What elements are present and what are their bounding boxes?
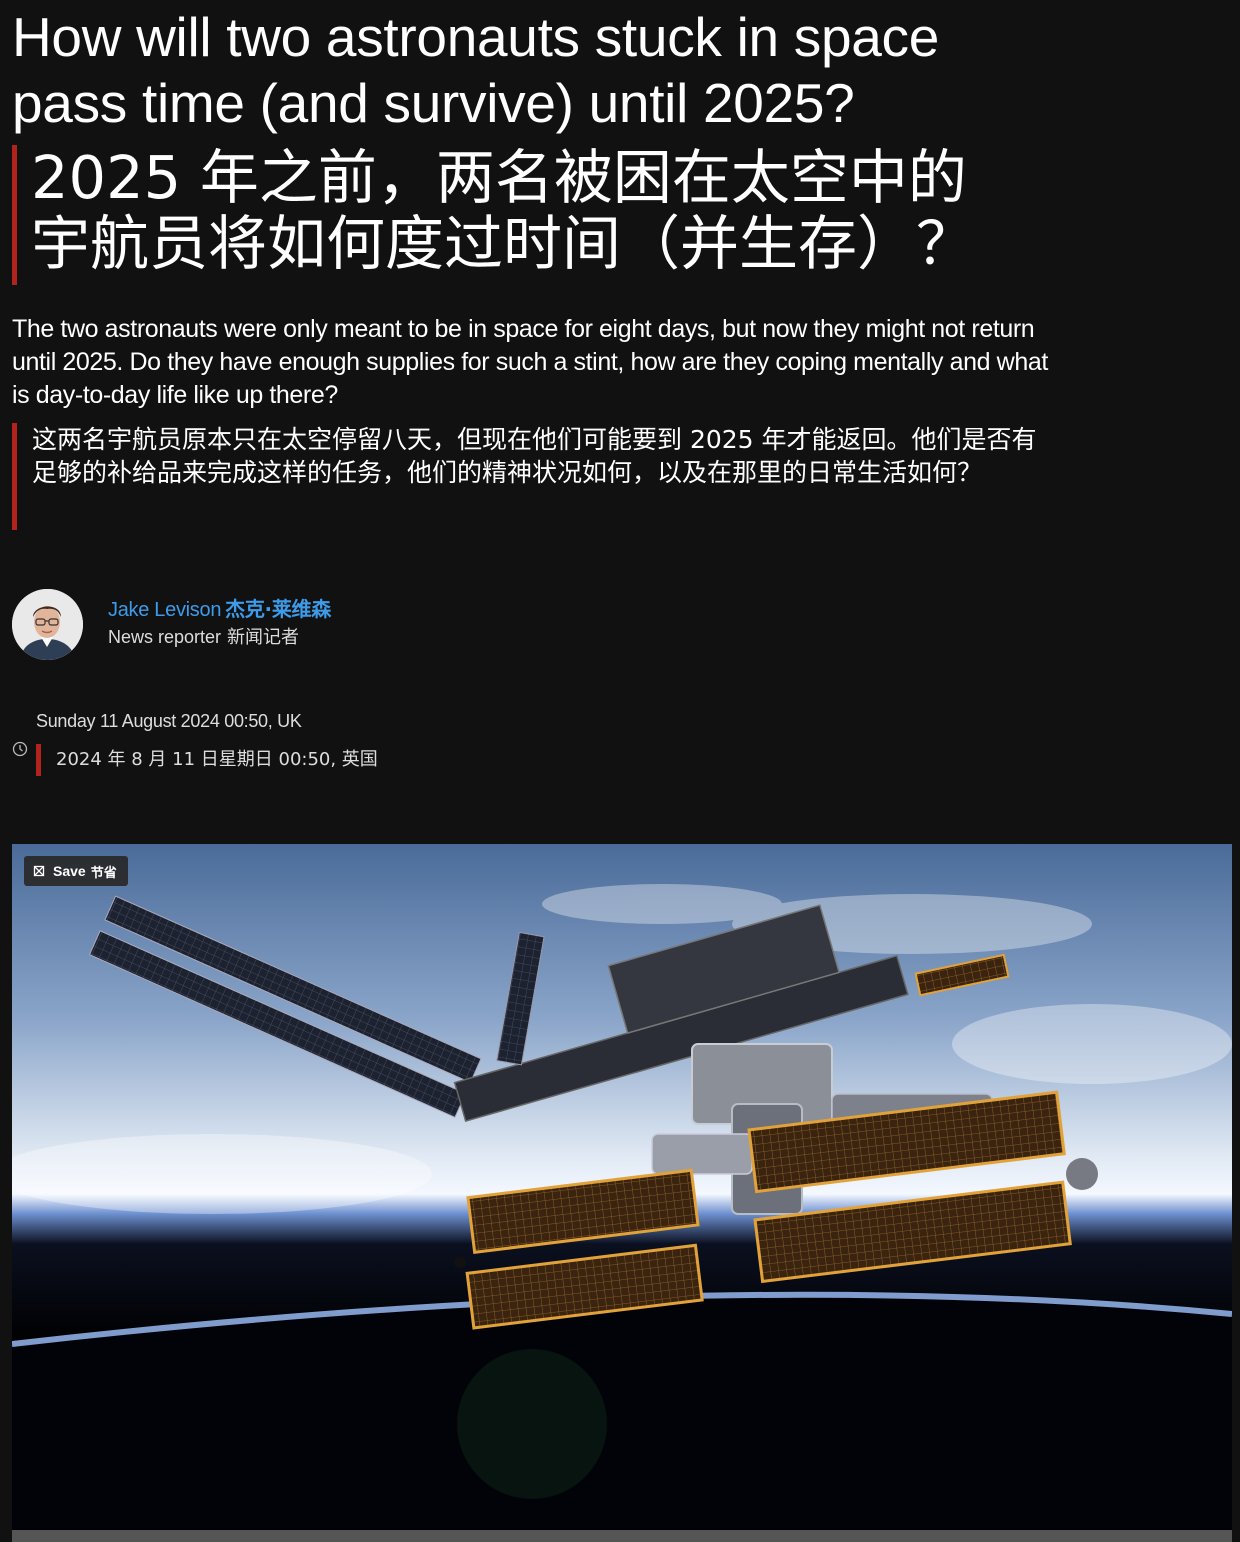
standfirst-chinese: 这两名宇航员原本只在太空停留八天，但现在他们可能要到 2025 年才能返回。他们… (12, 423, 1042, 530)
author-role-english: News reporter (108, 627, 222, 647)
standfirst-english: The two astronauts were only meant to be… (12, 315, 1048, 409)
dateline-chinese: 2024 年 8 月 11 日星期日 00:50, 英国 (36, 744, 378, 776)
image-caption-bar (12, 1530, 1232, 1542)
author-name[interactable]: Jake Levison 杰克·莱维森 (108, 596, 331, 623)
author-name-english[interactable]: Jake Levison (108, 599, 221, 621)
save-button[interactable]: Save 节省 (24, 856, 128, 886)
space-station-image (12, 844, 1232, 1530)
person-portrait-icon (12, 589, 83, 660)
author-avatar[interactable] (12, 589, 83, 660)
save-label-chinese[interactable]: 节省 (91, 862, 117, 881)
hero-image[interactable] (12, 844, 1232, 1530)
author-name-chinese[interactable]: 杰克·莱维森 (225, 597, 331, 621)
author-role-chinese: 新闻记者 (227, 627, 300, 648)
dateline-english: Sunday 11 August 2024 00:50, UK (36, 711, 302, 731)
save-label-english[interactable]: Save (53, 863, 86, 879)
author-role: News reporter 新闻记者 (108, 625, 299, 650)
clock-icon (12, 741, 28, 757)
bookmark-icon (33, 865, 45, 877)
headline-english: How will two astronauts stuck in space p… (12, 6, 940, 134)
headline-chinese: 2025 年之前，两名被困在太空中的宇航员将如何度过时间（并生存）？ (12, 145, 1022, 285)
